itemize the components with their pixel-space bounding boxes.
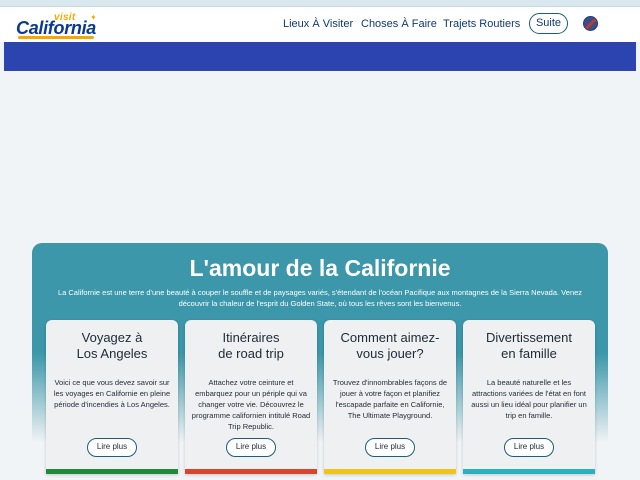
nav-lieux-a-visiter[interactable]: Lieux À Visiter — [283, 6, 353, 42]
section-description: La Californie est une terre d'une beauté… — [57, 288, 583, 308]
read-more-button[interactable]: Lire plus — [365, 438, 415, 457]
nav-trajets-routiers[interactable]: Trajets Routiers — [443, 6, 520, 42]
nav-choses-a-faire[interactable]: Choses À Faire — [361, 6, 437, 42]
card-accent-bar — [185, 469, 317, 474]
card-title: Divertissement en famille — [486, 330, 572, 361]
card-description: La beauté naturelle et les attractions v… — [471, 378, 587, 420]
read-more-button[interactable]: Lire plus — [87, 438, 137, 457]
section-title: L'amour de la Californie — [189, 255, 451, 281]
card-description: Voici ce que vous devez savoir sur les v… — [53, 378, 171, 409]
hero-banner — [4, 42, 636, 71]
card-accent-bar — [324, 469, 456, 474]
suite-button[interactable]: Suite — [529, 13, 568, 34]
card-accent-bar — [463, 469, 595, 474]
card-title: Voyagez à Los Angeles — [76, 330, 148, 361]
card-family: Divertissement en famille La beauté natur… — [463, 320, 595, 474]
card-accent-bar — [46, 469, 178, 474]
card-los-angeles: Voyagez à Los Angeles Voici ce que vous d… — [46, 320, 178, 474]
language-globe-icon[interactable] — [583, 16, 598, 31]
read-more-button[interactable]: Lire plus — [504, 438, 554, 457]
visit-california-logo[interactable]: visit ✦ California — [16, 12, 98, 40]
card-title: Comment aimez-vous jouer? — [340, 330, 440, 361]
card-road-trip: Itinéraires de road trip Attachez votre c… — [185, 320, 317, 474]
read-more-button[interactable]: Lire plus — [226, 438, 276, 457]
card-play: Comment aimez-vous jouer? Trouvez d'inno… — [324, 320, 456, 474]
card-description: Attachez votre ceinture et embarquez pou… — [191, 378, 311, 431]
card-description: Trouvez d'innombrables façons de jouer à… — [332, 378, 448, 420]
logo-swoosh — [18, 36, 94, 39]
card-title: Itinéraires de road trip — [218, 330, 284, 361]
